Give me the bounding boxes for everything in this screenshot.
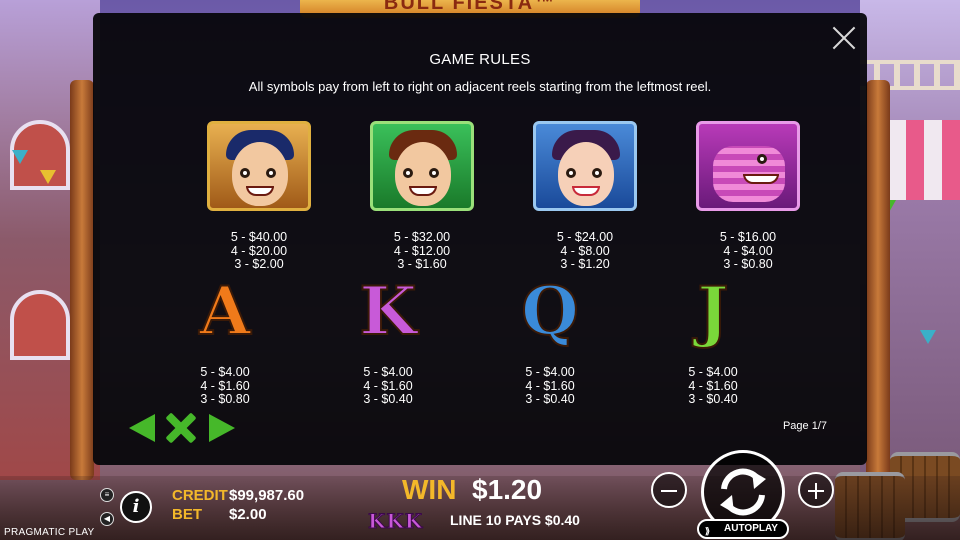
win-label: WIN: [402, 474, 457, 505]
mouth: [743, 174, 779, 184]
eye: [429, 168, 439, 178]
mouth: [246, 186, 274, 196]
payout-5: 5 - $40.00: [230, 230, 288, 244]
credit-value: $99,987.60: [229, 487, 305, 504]
flamenco-dancer-symbol-icon: [533, 121, 637, 211]
letter-k-symbol-icon: K: [358, 271, 417, 351]
payout-3: 3 - $1.20: [560, 257, 610, 271]
payout-5: 5 - $4.00: [200, 365, 250, 379]
paytable-grid: 5 - $40.00 4 - $20.00 3 - $2.00 5 - $32.…: [93, 13, 867, 465]
eye: [566, 168, 576, 178]
payout-5: 5 - $24.00: [556, 230, 614, 244]
payout-3: 3 - $0.40: [525, 392, 575, 406]
game-logo-text: BULL FIESTA™: [383, 0, 557, 14]
line-pay-text: LINE 10 PAYS $0.40: [450, 512, 580, 528]
symbol-face: [558, 142, 614, 206]
payout-5: 5 - $4.00: [688, 365, 738, 379]
info-icon[interactable]: i: [120, 491, 152, 523]
minus-icon: [661, 490, 677, 492]
payout-5: 5 - $32.00: [393, 230, 451, 244]
payout-list: 5 - $40.00 4 - $20.00 3 - $2.00: [179, 230, 339, 272]
autoplay-label: AUTOPLAY: [724, 523, 778, 534]
autoplay-button[interactable]: ⟫ AUTOPLAY: [697, 519, 789, 539]
payout-3: 3 - $0.80: [723, 257, 773, 271]
letter-j-symbol-icon: J: [696, 271, 729, 351]
payout-list: 5 - $4.00 4 - $1.60 3 - $0.80: [145, 365, 305, 407]
page-indicator: Page 1/7: [782, 420, 827, 432]
win-value: $1.20: [472, 474, 543, 505]
payout-list: 5 - $24.00 4 - $8.00 3 - $1.20: [505, 230, 665, 272]
decrease-bet-button[interactable]: [651, 472, 687, 508]
payout-list: 5 - $4.00 4 - $1.60 3 - $0.40: [308, 365, 468, 407]
payout-3: 3 - $1.60: [397, 257, 447, 271]
payout-list: 5 - $4.00 4 - $1.60 3 - $0.40: [633, 365, 793, 407]
payout-5: 5 - $16.00: [719, 230, 777, 244]
close-rules-x-icon[interactable]: [165, 412, 197, 444]
letter-a-symbol-icon: A: [198, 271, 251, 351]
bunting-flag: [40, 170, 56, 184]
payout-3: 3 - $0.40: [363, 392, 413, 406]
payout-3: 3 - $0.80: [200, 392, 250, 406]
symbol-face: [395, 142, 451, 206]
payout-4: 4 - $8.00: [560, 243, 610, 258]
reel-frame-right: [866, 80, 890, 480]
window-decoration: [10, 290, 70, 360]
next-page-arrow-icon[interactable]: [209, 414, 235, 442]
payout-list: 5 - $4.00 4 - $1.60 3 - $0.40: [470, 365, 630, 407]
bunting-flag: [920, 330, 936, 344]
payout-list: 5 - $32.00 4 - $12.00 3 - $1.60: [342, 230, 502, 272]
winning-symbols: KKK: [367, 509, 424, 534]
payout-4: 4 - $1.60: [688, 378, 738, 393]
payout-4: 4 - $20.00: [230, 243, 288, 258]
pinata-bull-symbol-icon: [696, 121, 800, 211]
payout-4: 4 - $1.60: [363, 378, 413, 393]
letter-q-symbol-icon: Q: [520, 271, 580, 351]
matador-symbol-icon: [207, 121, 311, 211]
man-red-scarf-symbol-icon: [370, 121, 474, 211]
eye: [266, 168, 276, 178]
credit-label: CREDIT: [172, 487, 228, 504]
payout-list: 5 - $16.00 4 - $4.00 3 - $0.80: [668, 230, 828, 272]
eye: [592, 168, 602, 178]
bet-label: BET: [172, 506, 202, 523]
symbol-face: [232, 142, 288, 206]
payout-4: 4 - $1.60: [200, 378, 250, 393]
eye: [240, 168, 250, 178]
mouth: [572, 186, 600, 196]
spin-arrows-icon: [720, 468, 766, 516]
payout-4: 4 - $12.00: [393, 243, 451, 258]
mouth: [409, 186, 437, 196]
reel-frame-left: [70, 80, 94, 480]
game-rules-modal: GAME RULES All symbols pay from left to …: [93, 13, 867, 465]
menu-icon[interactable]: ≡: [100, 488, 114, 502]
eye: [403, 168, 413, 178]
increase-bet-button[interactable]: [798, 472, 834, 508]
payout-3: 3 - $0.40: [688, 392, 738, 406]
bunting-flag: [12, 150, 28, 164]
eye: [757, 154, 767, 164]
sound-icon[interactable]: ◀: [100, 512, 114, 526]
payout-4: 4 - $4.00: [723, 243, 773, 258]
previous-page-arrow-icon[interactable]: [129, 414, 155, 442]
payout-3: 3 - $2.00: [234, 257, 284, 271]
bet-value: $2.00: [229, 506, 267, 523]
pinata-body: [713, 146, 785, 202]
payout-4: 4 - $1.60: [525, 378, 575, 393]
payout-5: 5 - $4.00: [525, 365, 575, 379]
brand-label: PRAGMATIC PLAY: [4, 527, 95, 538]
payout-5: 5 - $4.00: [363, 365, 413, 379]
plus-icon-vertical: [815, 483, 817, 499]
autoplay-icon: ⟫: [705, 526, 711, 536]
